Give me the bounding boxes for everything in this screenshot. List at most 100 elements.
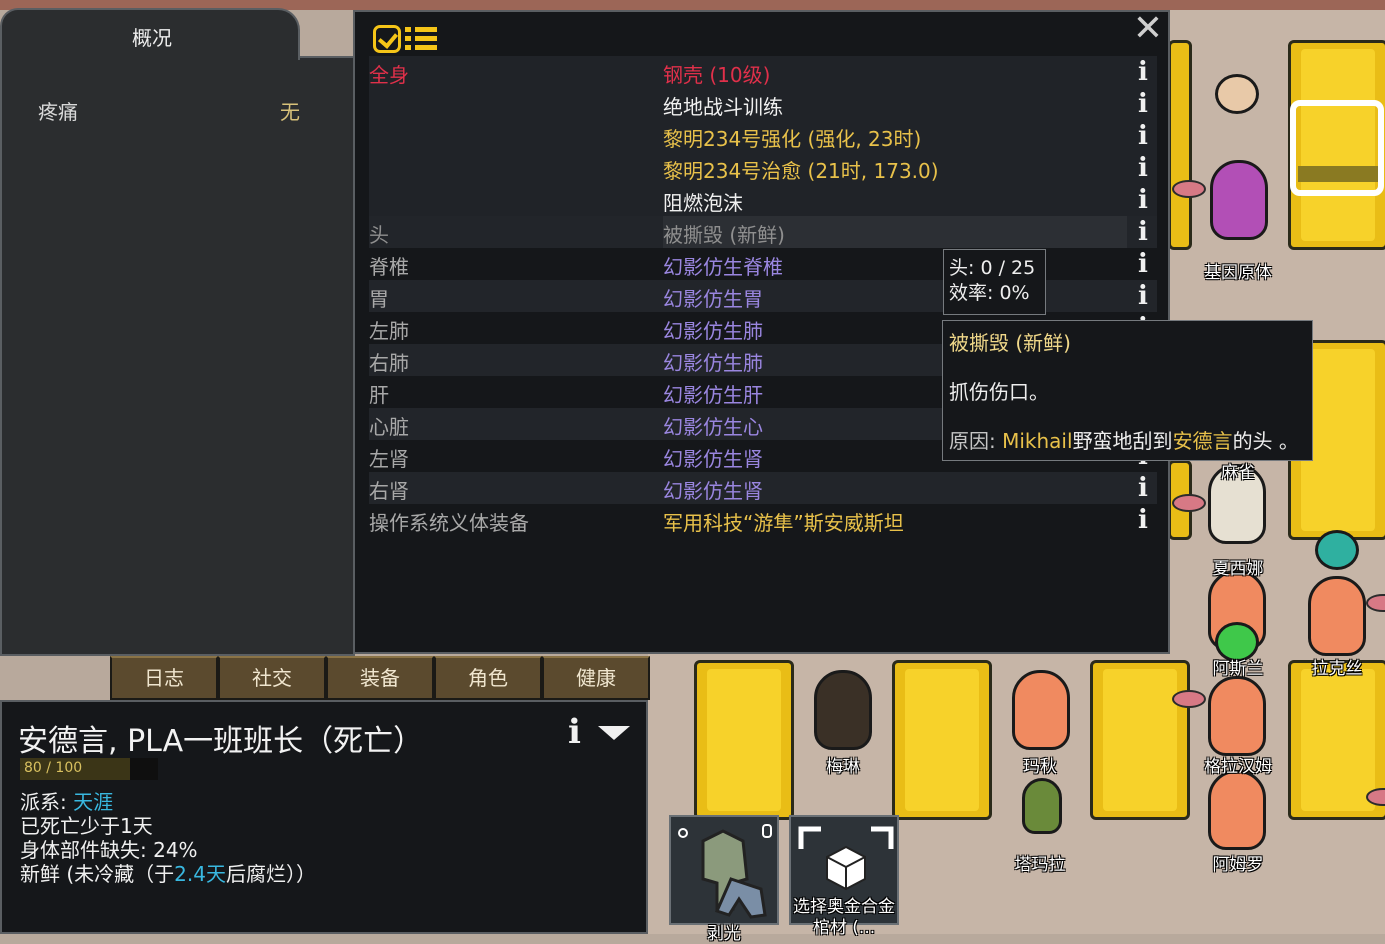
condition-label: 黎明234号强化 (强化, 23时) <box>663 127 922 151</box>
tab-overview[interactable]: 概况 <box>0 8 300 60</box>
condition-label: 幻影仿生肾 <box>663 447 763 471</box>
hit-points-text: 80 / 100 <box>24 760 83 776</box>
checkbox-icon[interactable] <box>373 25 401 53</box>
info-icon[interactable]: i <box>1135 218 1151 246</box>
clothes-icon <box>678 824 772 919</box>
info-icon[interactable]: i <box>568 712 581 752</box>
pawn-lks[interactable] <box>1308 576 1366 656</box>
collapse-icon[interactable] <box>598 726 630 740</box>
body-part-label: 左肾 <box>369 447 409 471</box>
body-part-label: 操作系统义体装备 <box>369 511 529 535</box>
body-part-label: 全身 <box>369 63 409 87</box>
head-tooltip-line1: 头: 0 / 25 <box>949 257 1036 279</box>
inspect-panel: 安德言, PLA一班班长（死亡） i 80 / 100 派系: 天涯 已死亡少于… <box>0 700 648 934</box>
health-toolbar <box>373 24 437 54</box>
body-part-label: 脊椎 <box>369 255 409 279</box>
select-label-line2: 棺材 (... <box>812 918 876 938</box>
body-part-label: 右肺 <box>369 351 409 375</box>
fresh-days: 2.4天 <box>174 862 226 886</box>
tab-character[interactable]: 角色 <box>434 656 542 700</box>
health-row[interactable]: 右肾 幻影仿生肾 i <box>369 472 1157 504</box>
body-part-label: 左肺 <box>369 319 409 343</box>
select-coffin-gizmo[interactable]: 选择奥金合金 棺材 (... <box>789 815 899 938</box>
pawn-gene-head[interactable] <box>1215 74 1259 114</box>
pawn-label: 麻雀 <box>1221 463 1255 483</box>
condition-label: 幻影仿生肺 <box>663 351 763 375</box>
info-icon[interactable]: i <box>1135 154 1151 182</box>
select-label: 选择奥金合金 棺材 (... <box>793 897 895 939</box>
head-tooltip: 头: 0 / 25 效率: 0% <box>943 249 1046 315</box>
pawn-lks-head[interactable] <box>1315 530 1359 570</box>
info-icon[interactable]: i <box>1135 282 1151 310</box>
pawn-gene[interactable] <box>1210 160 1268 240</box>
cause-end: 的头 。 <box>1232 429 1299 453</box>
health-row[interactable]: 操作系统义体装备 军用科技“游隼”斯安威斯坦 i <box>369 504 1157 536</box>
condition-label: 钢壳 (10级) <box>663 63 771 87</box>
condition-label: 被撕毁 (新鲜) <box>663 223 785 247</box>
body-part-label: 胃 <box>369 287 389 311</box>
bed[interactable] <box>892 660 992 820</box>
body-part-label: 右肾 <box>369 479 409 503</box>
cause-victim: 安德言 <box>1172 429 1233 453</box>
pawn-label: 玛秋 <box>1023 757 1057 777</box>
fresh-line: 新鲜 (未冷藏（于2.4天后腐烂）） <box>20 858 316 887</box>
pawn-label: 阿斯兰 <box>1212 659 1264 679</box>
condition-label: 绝地战斗训练 <box>663 95 783 119</box>
health-row[interactable]: 阻燃泡沫 i <box>369 184 1157 216</box>
injury-tooltip: 被撕毁 (新鲜) 抓伤伤口。 原因: Mikhail野蛮地刮到安德言的头 。 <box>942 320 1313 461</box>
strip-label: 剥光 <box>707 924 741 944</box>
bed[interactable] <box>1090 660 1190 820</box>
info-icon[interactable]: i <box>1135 90 1151 118</box>
head-tooltip-line2: 效率: 0% <box>949 282 1030 304</box>
pawn-label: 塔玛拉 <box>1014 855 1066 875</box>
health-row[interactable]: 绝地战斗训练 i <box>369 88 1157 120</box>
cause-attacker: Mikhail <box>1002 429 1073 453</box>
hit-points-bar: 80 / 100 <box>20 758 158 780</box>
body-part-label: 肝 <box>369 383 389 407</box>
tab-health[interactable]: 健康 <box>542 656 650 700</box>
list-icon[interactable] <box>405 26 437 52</box>
info-icon[interactable]: i <box>1135 250 1151 278</box>
health-row[interactable]: 黎明234号强化 (强化, 23时) i <box>369 120 1157 152</box>
bed[interactable] <box>694 660 794 820</box>
pawn-label: 格拉汉姆 <box>1204 757 1272 777</box>
tab-gear[interactable]: 装备 <box>326 656 434 700</box>
pawn-asl[interactable] <box>1208 676 1266 756</box>
pawn-label: 拉克丝 <box>1311 659 1363 679</box>
condition-label: 黎明234号治愈 (21时, 173.0) <box>663 159 939 183</box>
cause-mid: 野蛮地刮到 <box>1072 429 1173 453</box>
health-row[interactable]: 头 被撕毁 (新鲜) i <box>369 216 1157 248</box>
condition-label: 幻影仿生心 <box>663 415 763 439</box>
pawn-ml[interactable] <box>814 670 872 750</box>
pawn-glhm[interactable] <box>1208 770 1266 850</box>
close-button[interactable]: ✕ <box>1132 11 1164 47</box>
bed[interactable] <box>1168 40 1192 250</box>
strip-gizmo[interactable]: 剥光 <box>669 815 779 944</box>
info-icon[interactable]: i <box>1135 186 1151 214</box>
pawn-label: 夏西娜 <box>1212 559 1264 579</box>
drone[interactable] <box>1172 690 1206 708</box>
pawn-name: 安德言, PLA一班班长（死亡） <box>18 724 424 759</box>
overview-panel: 疼痛 无 概况 <box>0 8 355 656</box>
info-icon[interactable]: i <box>1135 506 1151 534</box>
injury-tooltip-cause: 原因: Mikhail野蛮地刮到安德言的头 。 <box>949 425 1306 454</box>
tab-log[interactable]: 日志 <box>110 656 218 700</box>
condition-label: 阻燃泡沫 <box>663 191 743 215</box>
drone[interactable] <box>1172 494 1206 512</box>
pawn-mq2[interactable] <box>1012 670 1070 750</box>
tab-social[interactable]: 社交 <box>218 656 326 700</box>
info-icon[interactable]: i <box>1135 58 1151 86</box>
pain-label: 疼痛 <box>38 100 78 124</box>
info-icon[interactable]: i <box>1135 474 1151 502</box>
pawn-tml[interactable] <box>1022 778 1062 834</box>
health-row[interactable]: 黎明234号治愈 (21时, 173.0) i <box>369 152 1157 184</box>
cause-label: 原因: <box>949 429 1003 453</box>
drone[interactable] <box>1172 180 1206 198</box>
condition-label: 军用科技“游隼”斯安威斯坦 <box>663 511 904 535</box>
condition-label: 幻影仿生肾 <box>663 479 763 503</box>
body-part-label: 头 <box>369 223 389 247</box>
info-icon[interactable]: i <box>1135 122 1151 150</box>
select-label-line1: 选择奥金合金 <box>793 897 895 917</box>
health-row[interactable]: 全身 钢壳 (10级) i <box>369 56 1157 88</box>
condition-label: 幻影仿生肺 <box>663 319 763 343</box>
